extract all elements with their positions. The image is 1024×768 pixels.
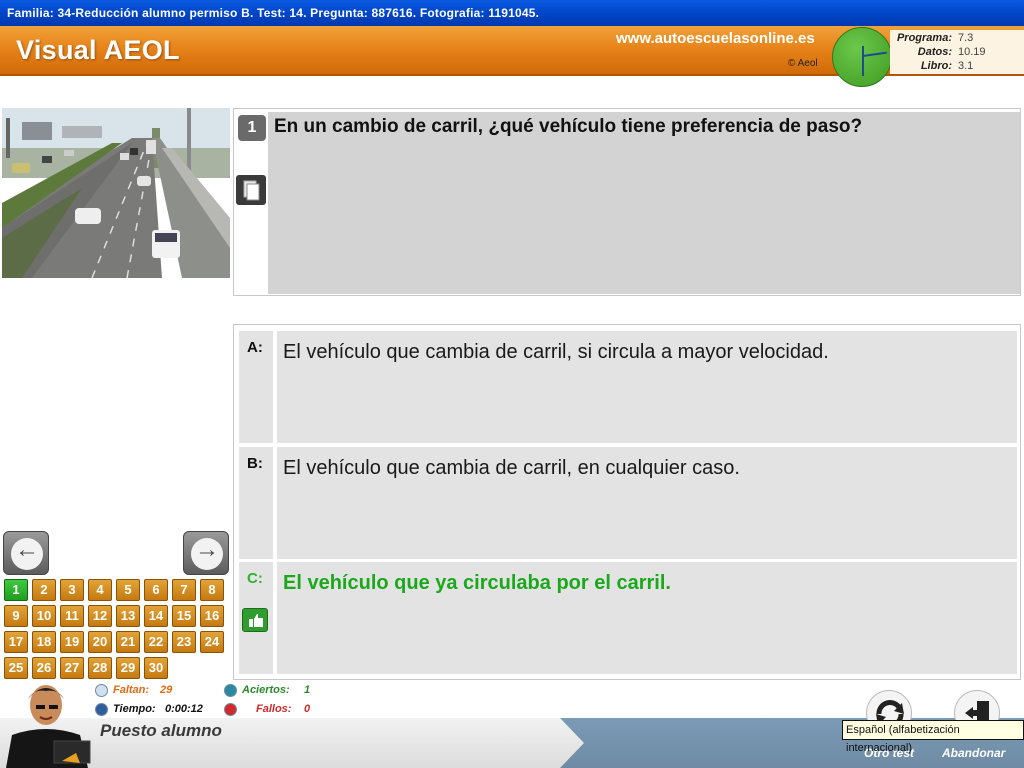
question-nav-button-8[interactable]: 8 — [200, 579, 224, 601]
answers-panel: A: El vehículo que cambia de carril, si … — [233, 324, 1021, 680]
question-nav-button-10[interactable]: 10 — [32, 605, 56, 627]
answer-letter: C: — [247, 570, 263, 587]
flag-icon — [95, 684, 108, 697]
answer-text: El vehículo que ya circulaba por el carr… — [283, 572, 671, 594]
question-nav-button-27[interactable]: 27 — [60, 657, 84, 679]
window-title: Familia: 34-Reducción alumno permiso B. … — [7, 6, 540, 20]
abandon-button[interactable]: Abandonar — [942, 746, 1005, 760]
question-nav-button-5[interactable]: 5 — [116, 579, 140, 601]
question-number: 1 — [238, 115, 266, 141]
website-link[interactable]: www.autoescuelasonline.es — [616, 30, 815, 47]
flag-icon — [224, 684, 237, 697]
question-panel: 1 En un cambio de carril, ¿qué vehículo … — [233, 108, 1021, 296]
question-nav-button-3[interactable]: 3 — [60, 579, 84, 601]
arrow-left-icon: ← — [15, 536, 39, 563]
app-logo: Visual AEOL — [16, 35, 180, 65]
fallos-label: Fallos: — [256, 703, 292, 715]
question-nav-button-11[interactable]: 11 — [60, 605, 84, 627]
question-nav-button-16[interactable]: 16 — [200, 605, 224, 627]
question-nav-button-6[interactable]: 6 — [144, 579, 168, 601]
answer-letter: A: — [247, 339, 263, 356]
version-panel: Programa: 7.3 Datos: 10.19 Libro: 3.1 — [890, 30, 1024, 74]
copyright-text: © Aeol — [788, 58, 818, 69]
question-nav-button-30[interactable]: 30 — [144, 657, 168, 679]
clock-icon — [832, 27, 892, 87]
fallos-value: 0 — [304, 703, 311, 715]
flag-icon — [224, 703, 237, 716]
student-station-label: Puesto alumno — [100, 721, 222, 740]
question-nav-button-1[interactable]: 1 — [4, 579, 28, 601]
question-nav-button-17[interactable]: 17 — [4, 631, 28, 653]
hourglass-icon — [95, 703, 108, 716]
question-nav-button-21[interactable]: 21 — [116, 631, 140, 653]
answer-text: El vehículo que cambia de carril, en cua… — [283, 457, 740, 479]
question-nav-button-13[interactable]: 13 — [116, 605, 140, 627]
aciertos-label: Aciertos: — [242, 684, 290, 696]
answer-option-a[interactable]: A: El vehículo que cambia de carril, si … — [239, 331, 1017, 443]
question-text-area — [268, 112, 1020, 294]
question-nav-button-12[interactable]: 12 — [88, 605, 112, 627]
window-title-bar: Familia: 34-Reducción alumno permiso B. … — [0, 0, 1024, 26]
question-nav-button-28[interactable]: 28 — [88, 657, 112, 679]
version-row-programa: Programa: 7.3 — [896, 32, 974, 44]
clock-hand-icon — [862, 51, 887, 57]
question-nav-button-9[interactable]: 9 — [4, 605, 28, 627]
arrow-right-icon: → — [195, 536, 219, 563]
app-window: Familia: 34-Reducción alumno permiso B. … — [0, 0, 1024, 768]
thumbs-up-icon — [242, 608, 268, 632]
faltan-value: 29 — [160, 684, 173, 696]
answer-option-c[interactable]: C: El vehículo que ya circulaba por el c… — [239, 562, 1017, 674]
language-tooltip: Español (alfabetización internacional) — [842, 720, 1024, 754]
question-nav-button-29[interactable]: 29 — [116, 657, 140, 679]
question-text: En un cambio de carril, ¿qué vehículo ti… — [274, 116, 863, 137]
previous-question-button[interactable]: ← — [3, 531, 49, 575]
version-row-libro: Libro: 3.1 — [920, 60, 974, 72]
question-photo[interactable] — [2, 108, 230, 278]
clock-hand-icon — [862, 46, 864, 76]
aciertos-value: 1 — [304, 684, 311, 696]
version-row-datos: Datos: 10.19 — [917, 46, 986, 58]
question-nav-button-20[interactable]: 20 — [88, 631, 112, 653]
question-nav-button-14[interactable]: 14 — [144, 605, 168, 627]
question-nav-button-18[interactable]: 18 — [32, 631, 56, 653]
next-question-button[interactable]: → — [183, 531, 229, 575]
question-nav-button-26[interactable]: 26 — [32, 657, 56, 679]
question-nav-button-7[interactable]: 7 — [172, 579, 196, 601]
copy-icon[interactable] — [236, 175, 266, 205]
answer-letter: B: — [247, 455, 263, 472]
tiempo-label: Tiempo: — [113, 703, 156, 715]
question-nav-button-2[interactable]: 2 — [32, 579, 56, 601]
question-nav-button-19[interactable]: 19 — [60, 631, 84, 653]
faltan-label: Faltan: — [113, 684, 150, 696]
question-nav-button-4[interactable]: 4 — [88, 579, 112, 601]
answer-option-b[interactable]: B: El vehículo que cambia de carril, en … — [239, 447, 1017, 559]
question-nav-button-23[interactable]: 23 — [172, 631, 196, 653]
question-nav-button-24[interactable]: 24 — [200, 631, 224, 653]
tiempo-value: 0:00:12 — [165, 703, 203, 715]
question-nav-button-22[interactable]: 22 — [144, 631, 168, 653]
question-nav-button-25[interactable]: 25 — [4, 657, 28, 679]
question-nav-button-15[interactable]: 15 — [172, 605, 196, 627]
answer-text: El vehículo que cambia de carril, si cir… — [283, 341, 829, 363]
student-avatar — [6, 683, 92, 768]
